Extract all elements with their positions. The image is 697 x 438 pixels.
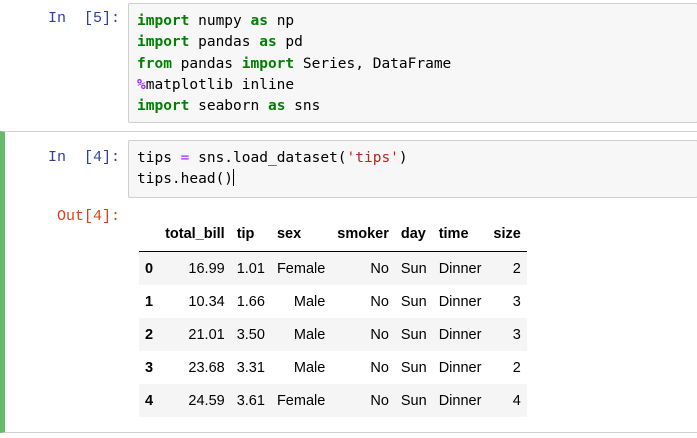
code-line: import numpy as np	[137, 11, 697, 32]
code-token: import	[241, 55, 295, 72]
code-line: %matplotlib inline	[137, 75, 697, 96]
table-cell: Dinner	[438, 392, 482, 409]
row-index: 2	[145, 326, 154, 343]
row-index: 0	[145, 260, 154, 277]
column-header: time	[432, 217, 488, 252]
row-index: 3	[145, 359, 154, 376]
code-token: pandas	[171, 55, 242, 72]
table-cell: 1.01	[236, 260, 265, 277]
table-cell: Male	[293, 326, 326, 343]
code-line: tips.head()	[137, 169, 697, 190]
table-row: 0 16.99 1.01 Female No Sun Dinner 2	[139, 251, 527, 285]
table-cell: No	[370, 260, 389, 277]
input-prompt: In [4]:	[47, 149, 120, 166]
table-row: 2 21.01 3.50 Male No Sun Dinner 3	[139, 318, 527, 351]
code-line: from pandas import Series, DataFrame	[137, 54, 697, 75]
code-token: %	[137, 76, 146, 93]
input-prompt: In [5]:	[47, 10, 120, 27]
dataframe-table: total_bill tip sex smoker day time size …	[139, 217, 527, 417]
text-cursor	[233, 169, 235, 187]
table-cell: 3.31	[236, 359, 265, 376]
table-cell: No	[370, 359, 389, 376]
table-row: 1 10.34 1.66 Male No Sun Dinner 3	[139, 285, 527, 318]
table-cell: Sun	[400, 392, 427, 409]
column-header: tip	[230, 217, 271, 252]
table-cell: Dinner	[438, 293, 482, 310]
table-cell: Male	[293, 293, 326, 310]
table-cell: 3.50	[236, 326, 265, 343]
table-cell: Dinner	[438, 359, 482, 376]
code-token: from	[137, 55, 172, 72]
row-index: 4	[145, 392, 154, 409]
table-cell: 3.61	[236, 392, 265, 409]
code-token: pd	[276, 34, 303, 51]
table-cell: 10.34	[188, 293, 225, 310]
code-token: Series, DataFrame	[294, 55, 452, 72]
table-row: 4 24.59 3.61 Female No Sun Dinner 4	[139, 384, 527, 417]
table-cell: 4	[512, 392, 521, 409]
table-cell: No	[370, 392, 389, 409]
code-token: as	[267, 98, 286, 115]
code-token: 'tips'	[346, 150, 399, 166]
code-token: import	[137, 13, 190, 29]
code-editor[interactable]: import numpy as np import pandas as pd fro…	[128, 3, 697, 123]
table-cell: Dinner	[438, 326, 482, 343]
code-line: import pandas as pd	[137, 32, 697, 53]
code-token: tips.head()	[137, 171, 234, 188]
code-token: matplotlib inline	[145, 76, 295, 93]
code-token: sns.load_dataset(	[189, 150, 347, 166]
code-token: np	[267, 13, 295, 29]
table-cell: 3	[512, 293, 521, 310]
code-token: numpy	[189, 13, 251, 29]
table-cell: Female	[276, 392, 326, 409]
table-header-row: total_bill tip sex smoker day time size	[139, 217, 527, 252]
table-cell: 23.68	[188, 359, 225, 376]
table-cell: Sun	[400, 293, 427, 310]
code-line: import seaborn as sns	[137, 96, 697, 117]
code-token: sns	[285, 98, 321, 115]
table-cell: Sun	[400, 359, 427, 376]
code-token: import	[137, 34, 190, 51]
code-token: as	[250, 13, 268, 29]
code-cell-4[interactable]: In [4]: tips = sns.load_dataset('tips') t…	[0, 131, 697, 433]
code-editor[interactable]: tips = sns.load_dataset('tips') tips.head…	[128, 140, 697, 198]
table-cell: 16.99	[188, 260, 225, 277]
code-token: seaborn	[189, 98, 268, 115]
code-line: tips = sns.load_dataset('tips')	[137, 148, 697, 169]
code-token: import	[137, 98, 190, 115]
table-cell: Female	[276, 260, 326, 277]
table-cell: No	[370, 326, 389, 343]
index-header	[139, 217, 160, 252]
table-cell: 1.66	[236, 293, 265, 310]
table-cell: Dinner	[438, 260, 482, 277]
column-header: size	[487, 217, 527, 252]
column-header: smoker	[331, 217, 395, 252]
table-cell: Sun	[400, 326, 427, 343]
code-token: as	[259, 34, 277, 51]
table-cell: Male	[293, 359, 326, 376]
table-cell: 3	[512, 326, 521, 343]
row-index: 1	[145, 293, 154, 310]
table-cell: Sun	[400, 260, 427, 277]
code-token: )	[398, 150, 408, 166]
table-cell: 2	[512, 260, 521, 277]
column-header: day	[394, 217, 433, 252]
code-token: pandas	[189, 34, 260, 51]
code-token: tips	[137, 150, 181, 166]
code-cell-5[interactable]: In [5]: import numpy as np import pandas …	[0, 0, 697, 128]
table-cell: 21.01	[188, 326, 225, 343]
table-row: 3 23.68 3.31 Male No Sun Dinner 2	[139, 351, 527, 384]
table-cell: 2	[512, 359, 521, 376]
column-header: sex	[270, 217, 332, 252]
column-header: total_bill	[159, 217, 231, 252]
table-cell: 24.59	[188, 392, 225, 409]
table-cell: No	[370, 293, 389, 310]
output-prompt: Out[4]:	[56, 208, 120, 225]
